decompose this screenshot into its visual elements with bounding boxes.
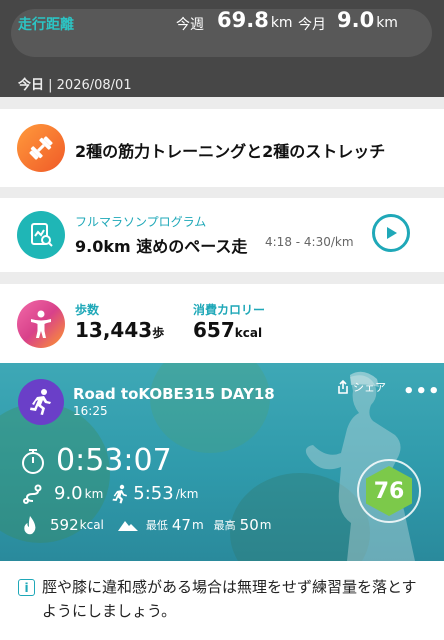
activity-time: 16:25 [73,404,108,418]
workout-card[interactable]: 2種の筋力トレーニングと2種のストレッチ [0,109,444,187]
flame-icon [24,516,36,535]
calorie-elevation-row: 592 kcal 最低 47 m 最高 50 m [22,515,271,535]
distance-pace-row: 9.0 km 5:53 /km [22,483,198,504]
week-distance: 69.8 km [217,8,293,32]
activity-distance-unit: km [84,486,104,501]
activity-calories: 592 [50,516,79,534]
duration-row: 0:53:07 [20,443,172,478]
steps-value: 13,443 [75,318,153,342]
workout-title: 2種の筋力トレーニングと2種のストレッチ [75,142,386,161]
activity-calories-unit: kcal [79,518,104,532]
activity-duration: 0:53:07 [56,443,172,478]
elevation-min: 47 [171,516,191,534]
share-icon [338,379,348,394]
month-distance-unit: km [376,15,398,31]
week-distance-value: 69.8 [217,8,269,32]
score-hexagon: 76 [366,466,412,516]
today-date: 今日 | 2026/08/01 [18,74,132,93]
elevation-min-label: 最低 [145,519,168,532]
background-foliage [150,363,270,453]
month-label: 今月 [298,17,326,33]
activity-card[interactable]: Road toKOBE315 DAY18 16:25 シェア ••• 0:53:… [0,363,444,561]
program-card[interactable]: フルマラソンプログラム 9.0km 速めのペース走 4:18 - 4:30/km [0,198,444,272]
play-button[interactable] [372,214,410,252]
activity-score: 76 [373,478,405,504]
elevation-max: 50 [239,516,259,534]
today-date-value: | 2026/08/01 [44,78,132,93]
info-icon: i [18,579,35,596]
activity-pace: 5:53 [133,483,174,504]
week-distance-unit: km [270,15,293,31]
steps-unit: 歩 [152,326,165,340]
program-pace: 4:18 - 4:30/km [265,235,354,249]
program-category: フルマラソンプログラム [75,215,207,229]
stopwatch-icon [22,448,44,474]
more-options-button[interactable]: ••• [403,381,441,402]
running-icon [18,379,64,425]
mountain-icon [117,521,138,531]
route-icon [23,484,42,504]
steps-label: 歩数 [75,303,100,317]
today-label: 今日 [18,78,45,93]
advice-notice: i 脛や膝に違和感がある場合は無理をせず練習量を落とすようにしましょう。 [0,561,444,640]
program-title: 9.0km 速めのペース走 [75,237,248,256]
body-icon [17,300,65,348]
calories-value: 657 [193,318,235,342]
month-distance-value: 9.0 [337,8,375,32]
runner-pace-icon [112,484,128,503]
elevation-max-label: 最高 [213,519,236,532]
play-icon [387,227,397,239]
activity-title: Road toKOBE315 DAY18 [73,385,275,403]
activity-distance: 9.0 [54,483,83,504]
week-label: 今週 [176,17,204,33]
share-label: シェア [353,381,386,394]
activity-pace-unit: /km [175,486,199,501]
advice-text: 脛や膝に違和感がある場合は無理をせず練習量を落とすようにしましょう。 [42,578,417,620]
steps-count: 13,443歩 [75,318,164,342]
month-distance: 9.0 km [337,8,398,32]
elevation-min-unit: m [191,518,204,532]
calories-unit: kcal [234,326,263,340]
dumbbell-icon [17,124,65,172]
elevation-max-unit: m [259,518,272,532]
daily-stats-card[interactable]: 歩数 13,443歩 消費カロリー 657kcal [0,284,444,363]
document-chart-icon [17,211,65,259]
activity-score-badge: 76 [357,459,421,523]
calories-count: 657kcal [193,318,262,342]
share-button[interactable]: シェア [336,379,386,395]
distance-label: 走行距離 [18,17,74,33]
calories-label: 消費カロリー [193,303,266,317]
